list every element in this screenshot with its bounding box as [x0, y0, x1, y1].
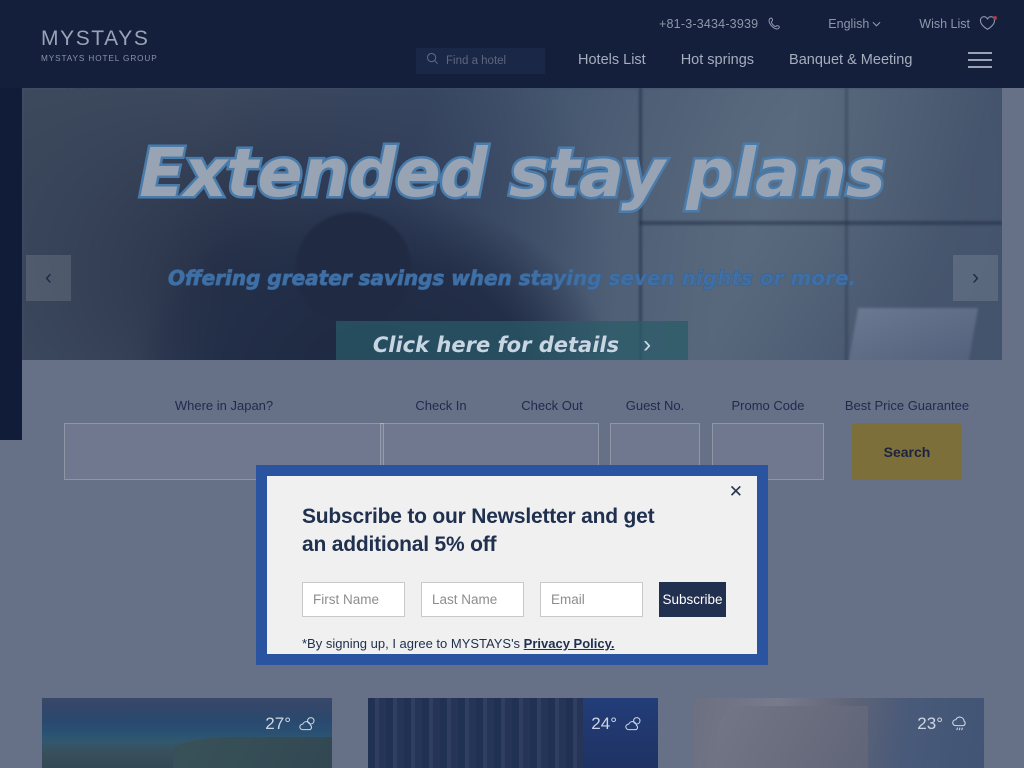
- modal-body: ✕ Subscribe to our Newsletter and get an…: [267, 476, 757, 654]
- chevron-down-icon: [872, 20, 881, 29]
- weather-temperature: 23°: [917, 714, 943, 733]
- language-label: English: [828, 16, 870, 31]
- close-icon[interactable]: ✕: [729, 483, 743, 500]
- sun-behind-cloud-icon: [624, 716, 644, 732]
- hotel-card[interactable]: 27°: [42, 698, 332, 768]
- last-name-input[interactable]: [421, 582, 524, 617]
- hotel-card[interactable]: 23°: [694, 698, 984, 768]
- modal-border-frame: ✕ Subscribe to our Newsletter and get an…: [256, 465, 768, 665]
- subscribe-button[interactable]: Subscribe: [659, 582, 726, 617]
- hero-cta-label: Click here for details: [372, 333, 620, 358]
- hotel-card[interactable]: 24°: [368, 698, 658, 768]
- header-utility-row: +81-3-3434-3939 English Wish List: [659, 16, 997, 31]
- consent-note-text: *By signing up, I agree to MYSTAYS's: [302, 636, 524, 651]
- weather-badge: 27°: [265, 714, 318, 734]
- where-label: Where in Japan?: [174, 398, 274, 413]
- hamburger-bar: [968, 66, 992, 68]
- logo-tagline: MYSTAYS HOTEL GROUP: [41, 54, 158, 63]
- guest-label: Guest No.: [625, 398, 685, 413]
- checkout-label: Check Out: [521, 398, 583, 413]
- sun-behind-cloud-icon: [298, 716, 318, 732]
- newsletter-form: Subscribe: [302, 582, 726, 617]
- search-button[interactable]: Search: [852, 423, 962, 480]
- hero-subtitle: Offering greater savings when staying se…: [167, 266, 857, 291]
- promo-label: Promo Code: [731, 398, 805, 413]
- weather-temperature: 27°: [265, 714, 291, 733]
- wish-list-link[interactable]: Wish List: [919, 17, 970, 31]
- rain-cloud-icon: [950, 715, 970, 733]
- search-icon: [426, 52, 439, 70]
- hero-carousel[interactable]: Extended stay plans Offering greater sav…: [22, 88, 1002, 378]
- hamburger-bar: [968, 59, 992, 61]
- hamburger-menu-icon[interactable]: [968, 52, 992, 68]
- consent-note: *By signing up, I agree to MYSTAYS's Pri…: [302, 636, 726, 651]
- newsletter-modal: ✕ Subscribe to our Newsletter and get an…: [256, 465, 768, 665]
- first-name-input[interactable]: [302, 582, 405, 617]
- phone-icon: [767, 16, 782, 31]
- carousel-prev-button[interactable]: ‹: [26, 255, 71, 301]
- phone-number[interactable]: +81-3-3434-3939: [659, 17, 758, 31]
- heart-icon[interactable]: [979, 16, 997, 31]
- search-placeholder: Find a hotel: [446, 55, 507, 67]
- chevron-right-icon: ›: [643, 331, 652, 358]
- wish-list-badge-dot: [993, 16, 997, 20]
- site-logo[interactable]: MYSTAYS MYSTAYS HOTEL GROUP: [41, 27, 159, 64]
- site-header: MYSTAYS MYSTAYS HOTEL GROUP +81-3-3434-3…: [0, 0, 1024, 88]
- nav-item-hotels-list[interactable]: Hotels List: [578, 52, 646, 68]
- header-search-input[interactable]: Find a hotel: [416, 48, 545, 74]
- best-price-guarantee-label: Best Price Guarantee: [844, 398, 970, 413]
- hero-title: Extended stay plans: [137, 132, 889, 215]
- checkin-label: Check In: [415, 398, 467, 413]
- featured-hotel-cards: 27° 24° 23°: [0, 698, 1024, 768]
- nav-item-hot-springs[interactable]: Hot springs: [681, 52, 754, 68]
- primary-nav: Hotels List Hot springs Banquet & Meetin…: [578, 52, 912, 68]
- weather-badge: 23°: [917, 714, 970, 734]
- carousel-next-button[interactable]: ›: [953, 255, 998, 301]
- nav-item-banquet-meeting[interactable]: Banquet & Meeting: [789, 52, 912, 68]
- page-root: Extended stay plans Offering greater sav…: [0, 0, 1024, 768]
- weather-badge: 24°: [591, 714, 644, 734]
- privacy-policy-link[interactable]: Privacy Policy.: [524, 636, 615, 651]
- weather-temperature: 24°: [591, 714, 617, 733]
- email-input[interactable]: [540, 582, 643, 617]
- modal-title: Subscribe to our Newsletter and get an a…: [302, 505, 655, 556]
- hamburger-bar: [968, 52, 992, 54]
- language-selector[interactable]: English: [828, 17, 881, 31]
- logo-wordmark: MYSTAYS: [41, 27, 150, 50]
